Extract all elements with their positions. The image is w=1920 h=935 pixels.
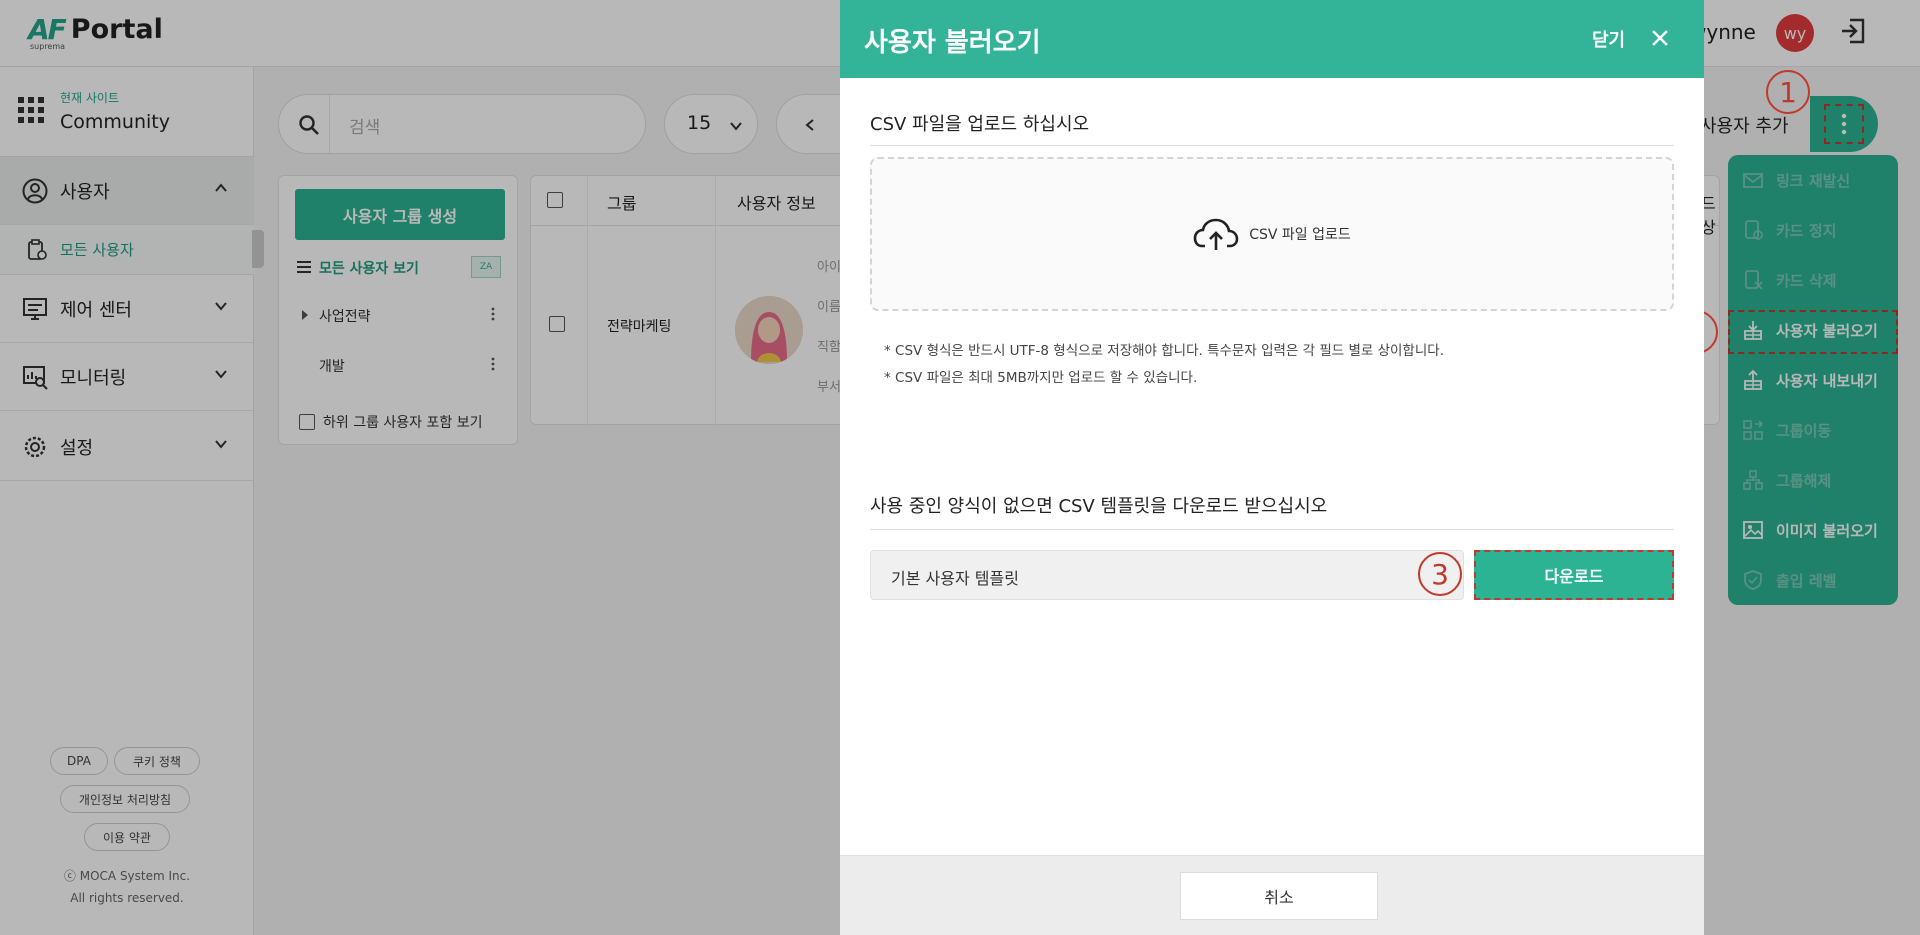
step-marker-3: 3	[1418, 552, 1462, 596]
template-section-title: 사용 중인 양식이 없으면 CSV 템플릿을 다운로드 받으십시오	[870, 496, 1328, 517]
modal-header: 사용자 불러오기 닫기	[840, 0, 1704, 78]
template-name: 기본 사용자 템플릿	[891, 569, 1019, 588]
modal-footer: 취소	[840, 855, 1704, 935]
modal-title: 사용자 불러오기	[864, 28, 1041, 58]
close-button[interactable]: 닫기	[1592, 26, 1625, 52]
divider	[870, 529, 1674, 530]
import-users-modal: 사용자 불러오기 닫기 CSV 파일을 업로드 하십시오 CSV 파일 업로드 …	[840, 0, 1704, 935]
csv-dropzone[interactable]: CSV 파일 업로드	[870, 157, 1674, 311]
note-text: * CSV 파일은 최대 5MB까지만 업로드 할 수 있습니다.	[884, 370, 1198, 386]
upload-trigger[interactable]: CSV 파일 업로드	[872, 159, 1672, 309]
cancel-button[interactable]: 취소	[1180, 872, 1378, 920]
upload-label: CSV 파일 업로드	[1249, 227, 1351, 243]
close-icon[interactable]	[1646, 24, 1674, 52]
step-marker-1: 1	[1766, 70, 1810, 114]
cloud-upload-icon	[1193, 218, 1239, 250]
upload-section-title: CSV 파일을 업로드 하십시오	[870, 114, 1090, 135]
download-button[interactable]: 다운로드	[1474, 550, 1674, 600]
divider	[870, 145, 1674, 146]
note-text: * CSV 형식은 반드시 UTF-8 형식으로 저장해야 합니다. 특수문자 …	[884, 343, 1444, 359]
template-select[interactable]: 기본 사용자 템플릿	[870, 550, 1464, 600]
